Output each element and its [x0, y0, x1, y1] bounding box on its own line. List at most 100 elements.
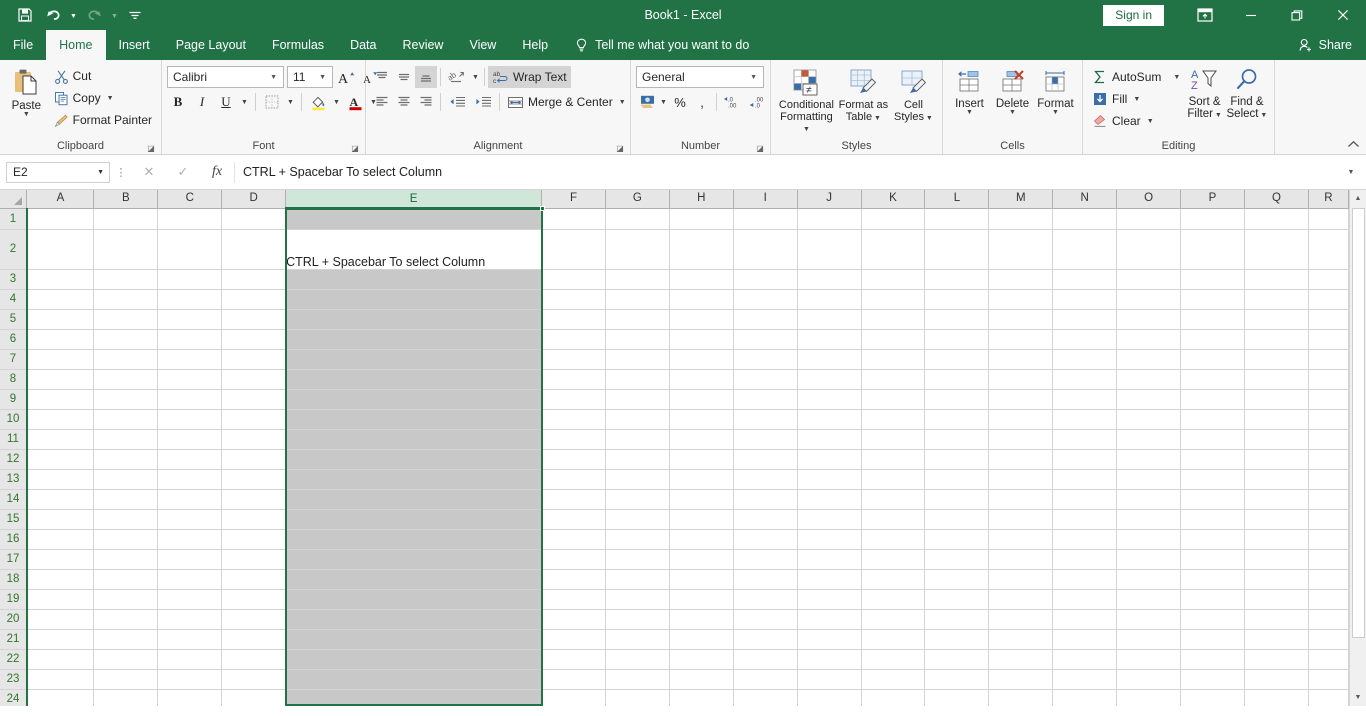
- cell-K12[interactable]: [861, 449, 926, 470]
- cell-G24[interactable]: [605, 689, 670, 706]
- cell-L24[interactable]: [924, 689, 990, 706]
- cell-C23[interactable]: [157, 669, 223, 690]
- name-box-dropdown-icon[interactable]: ▼: [97, 169, 109, 176]
- row-header-4[interactable]: 4: [0, 289, 28, 310]
- cell-J13[interactable]: [797, 469, 862, 490]
- cell-C17[interactable]: [157, 549, 223, 570]
- cell-H4[interactable]: [669, 289, 734, 310]
- cell-P6[interactable]: [1180, 329, 1245, 350]
- cell-A1[interactable]: [26, 208, 95, 230]
- column-header-m[interactable]: M: [988, 190, 1054, 209]
- cell-J23[interactable]: [797, 669, 862, 690]
- tab-insert[interactable]: Insert: [106, 30, 163, 60]
- cell-L12[interactable]: [924, 449, 990, 470]
- cell-L21[interactable]: [924, 629, 990, 650]
- cell-O22[interactable]: [1116, 649, 1182, 670]
- cell-D6[interactable]: [221, 329, 287, 350]
- cell-N12[interactable]: [1052, 449, 1118, 470]
- cell-I6[interactable]: [733, 329, 798, 350]
- cell-I8[interactable]: [733, 369, 798, 390]
- column-header-i[interactable]: I: [733, 190, 798, 209]
- cell-G11[interactable]: [605, 429, 670, 450]
- cell-O5[interactable]: [1116, 309, 1182, 330]
- cell-E11[interactable]: [285, 429, 542, 450]
- cell-H8[interactable]: [669, 369, 734, 390]
- cell-Q5[interactable]: [1244, 309, 1309, 330]
- cell-M9[interactable]: [988, 389, 1054, 410]
- cell-P11[interactable]: [1180, 429, 1245, 450]
- column-header-g[interactable]: G: [605, 190, 670, 209]
- column-header-l[interactable]: L: [924, 190, 990, 209]
- cell-B10[interactable]: [93, 409, 159, 430]
- cell-H12[interactable]: [669, 449, 734, 470]
- cell-H7[interactable]: [669, 349, 734, 370]
- cell-M23[interactable]: [988, 669, 1054, 690]
- cell-D16[interactable]: [221, 529, 287, 550]
- cell-J1[interactable]: [797, 208, 862, 230]
- cell-P5[interactable]: [1180, 309, 1245, 330]
- cell-D3[interactable]: [221, 269, 287, 290]
- cell-G19[interactable]: [605, 589, 670, 610]
- column-header-b[interactable]: B: [93, 190, 159, 209]
- align-top-button[interactable]: [371, 66, 393, 88]
- cell-C6[interactable]: [157, 329, 223, 350]
- cell-K8[interactable]: [861, 369, 926, 390]
- format-painter-button[interactable]: Format Painter: [50, 109, 156, 131]
- cell-P16[interactable]: [1180, 529, 1245, 550]
- font-name-dropdown-icon[interactable]: ▼: [266, 74, 281, 81]
- cell-B8[interactable]: [93, 369, 159, 390]
- cell-H2[interactable]: [669, 229, 734, 270]
- cell-P1[interactable]: [1180, 208, 1245, 230]
- cell-M15[interactable]: [988, 509, 1054, 530]
- percent-style-button[interactable]: %: [669, 91, 691, 113]
- column-header-n[interactable]: N: [1052, 190, 1118, 209]
- cell-L9[interactable]: [924, 389, 990, 410]
- cell-H17[interactable]: [669, 549, 734, 570]
- cell-K11[interactable]: [861, 429, 926, 450]
- cell-Q2[interactable]: [1244, 229, 1309, 270]
- font-name-combo[interactable]: Calibri ▼: [167, 66, 284, 88]
- cell-O24[interactable]: [1116, 689, 1182, 706]
- cell-N10[interactable]: [1052, 409, 1118, 430]
- expand-formula-bar-icon[interactable]: ▼: [1342, 169, 1360, 176]
- cancel-icon[interactable]: ✕: [132, 162, 166, 183]
- column-header-q[interactable]: Q: [1244, 190, 1309, 209]
- fill-dropdown-icon[interactable]: ▼: [1131, 96, 1140, 103]
- cell-F23[interactable]: [541, 669, 606, 690]
- cell-K4[interactable]: [861, 289, 926, 310]
- row-header-13[interactable]: 13: [0, 469, 28, 490]
- insert-cells-dropdown-icon[interactable]: ▼: [966, 109, 973, 117]
- cell-G3[interactable]: [605, 269, 670, 290]
- cell-N2[interactable]: [1052, 229, 1118, 270]
- cell-D12[interactable]: [221, 449, 287, 470]
- cell-D7[interactable]: [221, 349, 287, 370]
- cell-I2[interactable]: [733, 229, 798, 270]
- clear-button[interactable]: Clear ▼: [1088, 110, 1184, 132]
- cell-N16[interactable]: [1052, 529, 1118, 550]
- worksheet-grid[interactable]: ABCDEFGHIJKLMNOPQR 1 2 CTRL + Spacebar To …: [0, 190, 1349, 706]
- column-header-c[interactable]: C: [157, 190, 223, 209]
- accounting-format-dropdown-icon[interactable]: ▼: [658, 99, 669, 106]
- row-header-23[interactable]: 23: [0, 669, 28, 690]
- cell-C8[interactable]: [157, 369, 223, 390]
- cell-O2[interactable]: [1116, 229, 1182, 270]
- cell-M11[interactable]: [988, 429, 1054, 450]
- merge-center-button[interactable]: Merge & Center ▼: [503, 91, 630, 113]
- cell-M1[interactable]: [988, 208, 1054, 230]
- cell-H5[interactable]: [669, 309, 734, 330]
- cell-Q7[interactable]: [1244, 349, 1309, 370]
- cell-F9[interactable]: [541, 389, 606, 410]
- cell-N15[interactable]: [1052, 509, 1118, 530]
- cell-P24[interactable]: [1180, 689, 1245, 706]
- cell-H10[interactable]: [669, 409, 734, 430]
- column-header-j[interactable]: J: [797, 190, 862, 209]
- cell-M6[interactable]: [988, 329, 1054, 350]
- cell-A13[interactable]: [26, 469, 95, 490]
- formula-input[interactable]: CTRL + Spacebar To select Column: [234, 161, 1342, 183]
- cell-L1[interactable]: [924, 208, 990, 230]
- cell-J11[interactable]: [797, 429, 862, 450]
- cell-H11[interactable]: [669, 429, 734, 450]
- row-header-21[interactable]: 21: [0, 629, 28, 650]
- cell-K3[interactable]: [861, 269, 926, 290]
- cell-J6[interactable]: [797, 329, 862, 350]
